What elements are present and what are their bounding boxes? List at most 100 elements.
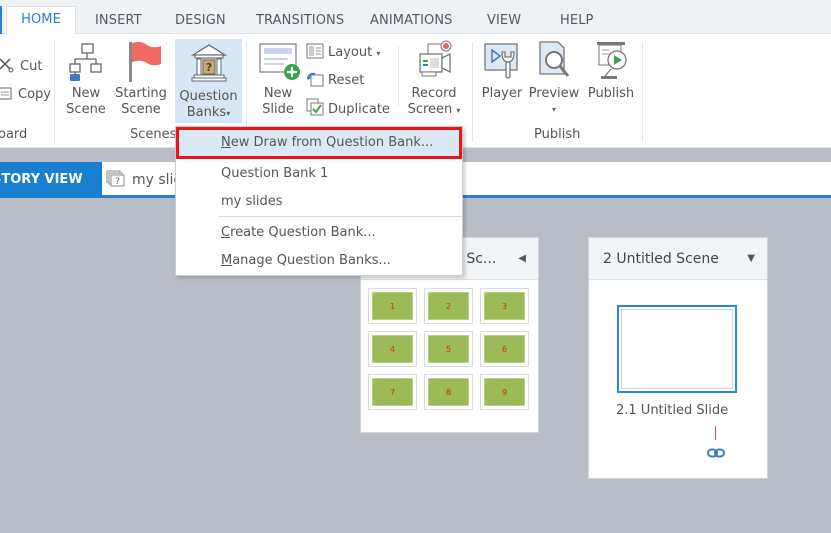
menu-item-label: Question Bank 1 bbox=[221, 166, 329, 181]
slide-thumbnail[interactable]: 4 bbox=[368, 331, 417, 367]
link-icon[interactable] bbox=[707, 443, 725, 458]
slide-thumbnail[interactable]: 9 bbox=[480, 374, 529, 410]
slide-thumbnail-number: 1 bbox=[372, 292, 413, 320]
slide-thumbnail[interactable]: 6 bbox=[480, 331, 529, 367]
starting-scene-label-1: Starting bbox=[115, 86, 167, 101]
slide-thumbnail[interactable]: 2 bbox=[424, 288, 473, 324]
menu-item-label: anage Question Banks... bbox=[232, 253, 391, 268]
new-scene-label-2: Scene bbox=[66, 102, 106, 117]
access-key: N bbox=[221, 135, 231, 150]
video-camera-icon bbox=[414, 38, 454, 82]
ribbon-tab-bar: HOME INSERT DESIGN TRANSITIONS ANIMATION… bbox=[0, 0, 831, 35]
duplicate-label: Duplicate bbox=[328, 102, 390, 117]
menu-item-create-question-bank[interactable]: Create Question Bank... bbox=[176, 219, 462, 247]
dropdown-arrow-icon[interactable]: ▼ bbox=[747, 238, 755, 279]
slide-thumbnail[interactable]: 1 bbox=[368, 288, 417, 324]
flag-icon bbox=[121, 38, 161, 82]
new-slide-label-2: Slide bbox=[262, 102, 294, 117]
publish-button[interactable]: Publish bbox=[585, 38, 637, 102]
new-slide-icon bbox=[258, 38, 300, 82]
preview-button[interactable]: Preview ▾ bbox=[528, 38, 580, 118]
tab-animations[interactable]: ANIMATIONS bbox=[370, 8, 453, 34]
chevron-down-icon: ▾ bbox=[226, 109, 231, 118]
scene-2-header: 2 Untitled Scene ▼ bbox=[589, 238, 767, 280]
slide-thumbnail-number: 8 bbox=[428, 378, 469, 406]
chevron-down-icon: ▾ bbox=[456, 106, 461, 115]
slide-thumbnail-number: 7 bbox=[372, 378, 413, 406]
story-view-label: STORY VIEW bbox=[0, 172, 83, 187]
menu-item-label: ew Draw from Question Bank... bbox=[230, 135, 434, 150]
duplicate-button[interactable]: Duplicate bbox=[306, 98, 390, 120]
tab-design[interactable]: DESIGN bbox=[175, 8, 226, 34]
menu-item-my-slides[interactable]: my slides bbox=[176, 188, 462, 216]
question-banks-dropdown: New Draw from Question Bank... Question … bbox=[175, 126, 463, 276]
record-screen-label-1: Record bbox=[411, 86, 457, 101]
preview-magnifier-icon bbox=[534, 38, 574, 82]
cut-label: Cut bbox=[20, 59, 43, 74]
tab-view[interactable]: VIEW bbox=[487, 8, 521, 34]
slide-thumbnail-number: 4 bbox=[372, 335, 413, 363]
copy-label: Copy bbox=[18, 87, 51, 102]
menu-item-label: reate Question Bank... bbox=[230, 225, 376, 240]
slide-thumbnail[interactable]: 5 bbox=[424, 331, 473, 367]
new-scene-button[interactable]: New Scene bbox=[64, 38, 108, 118]
question-banks-label-1: Question bbox=[179, 89, 238, 104]
cut-button[interactable]: Cut bbox=[0, 56, 42, 78]
menu-item-new-draw[interactable]: New Draw from Question Bank... bbox=[176, 129, 462, 157]
clipboard-group-label: oard bbox=[0, 127, 28, 142]
menu-item-label: my slides bbox=[221, 194, 283, 209]
slide-thumbnail[interactable]: 8 bbox=[424, 374, 473, 410]
reset-button[interactable]: Reset bbox=[306, 70, 364, 92]
slide-thumbnail-number: 2 bbox=[428, 292, 469, 320]
publish-presentation-icon bbox=[591, 38, 631, 82]
player-settings-icon bbox=[482, 38, 522, 82]
reset-label: Reset bbox=[328, 73, 365, 88]
slide-thumbnail-number: 3 bbox=[484, 292, 525, 320]
starting-scene-button[interactable]: Starting Scene bbox=[113, 38, 169, 118]
slide-thumbnail[interactable]: 3 bbox=[480, 288, 529, 324]
question-bank-icon: ? bbox=[189, 41, 229, 85]
chevron-down-icon: ▾ bbox=[551, 105, 556, 114]
new-scene-label-1: New bbox=[71, 86, 101, 101]
group-separator bbox=[398, 46, 399, 106]
slide-thumbnail-2-1[interactable] bbox=[617, 305, 737, 393]
layout-button[interactable]: Layout ▾ bbox=[306, 42, 380, 64]
new-slide-button[interactable]: New Slide bbox=[255, 38, 301, 118]
duplicate-icon bbox=[306, 98, 324, 116]
record-screen-button[interactable]: Record Screen ▾ bbox=[404, 38, 464, 119]
question-banks-label-2: Banks bbox=[186, 105, 227, 120]
slide-thumbnail-number: 9 bbox=[484, 378, 525, 406]
publish-label: Publish bbox=[587, 86, 635, 101]
publish-group-label: Publish bbox=[534, 127, 581, 142]
chevron-down-icon: ▾ bbox=[376, 49, 381, 58]
record-screen-label-2: Screen bbox=[407, 102, 453, 117]
menu-separator bbox=[218, 216, 462, 217]
player-label: Player bbox=[481, 86, 523, 101]
access-key: M bbox=[221, 253, 233, 268]
collapse-arrow-icon[interactable]: ◀ bbox=[518, 238, 526, 279]
story-view-tab[interactable]: STORY VIEW bbox=[0, 162, 102, 198]
link-connector bbox=[715, 426, 716, 440]
slide-thumbnail[interactable]: 7 bbox=[368, 374, 417, 410]
question-banks-button[interactable]: ? Question Banks▾ bbox=[175, 39, 242, 123]
tab-insert[interactable]: INSERT bbox=[95, 8, 142, 34]
player-button[interactable]: Player bbox=[480, 38, 524, 102]
slide-thumbnail-content bbox=[621, 309, 733, 389]
layout-label: Layout bbox=[328, 45, 373, 60]
scissors-icon bbox=[0, 57, 16, 73]
tab-help[interactable]: HELP bbox=[560, 8, 593, 34]
svg-text:?: ? bbox=[205, 61, 211, 74]
copy-button[interactable]: Copy bbox=[0, 84, 51, 106]
new-slide-label-1: New bbox=[263, 86, 293, 101]
scene-card-2[interactable]: 2 Untitled Scene ▼ 2.1 Untitled Slide bbox=[588, 237, 768, 479]
scene-tree-icon bbox=[66, 38, 106, 82]
scenes-group-label: Scenes bbox=[130, 127, 177, 142]
group-separator bbox=[54, 42, 55, 142]
slide-thumbnail-number: 6 bbox=[484, 335, 525, 363]
tab-transitions[interactable]: TRANSITIONS bbox=[256, 8, 344, 34]
menu-item-question-bank-1[interactable]: Question Bank 1 bbox=[176, 160, 462, 188]
menu-item-manage-question-banks[interactable]: Manage Question Banks... bbox=[176, 247, 462, 275]
group-separator bbox=[642, 42, 643, 142]
tab-home[interactable]: HOME bbox=[6, 6, 76, 35]
layout-icon bbox=[306, 43, 324, 59]
